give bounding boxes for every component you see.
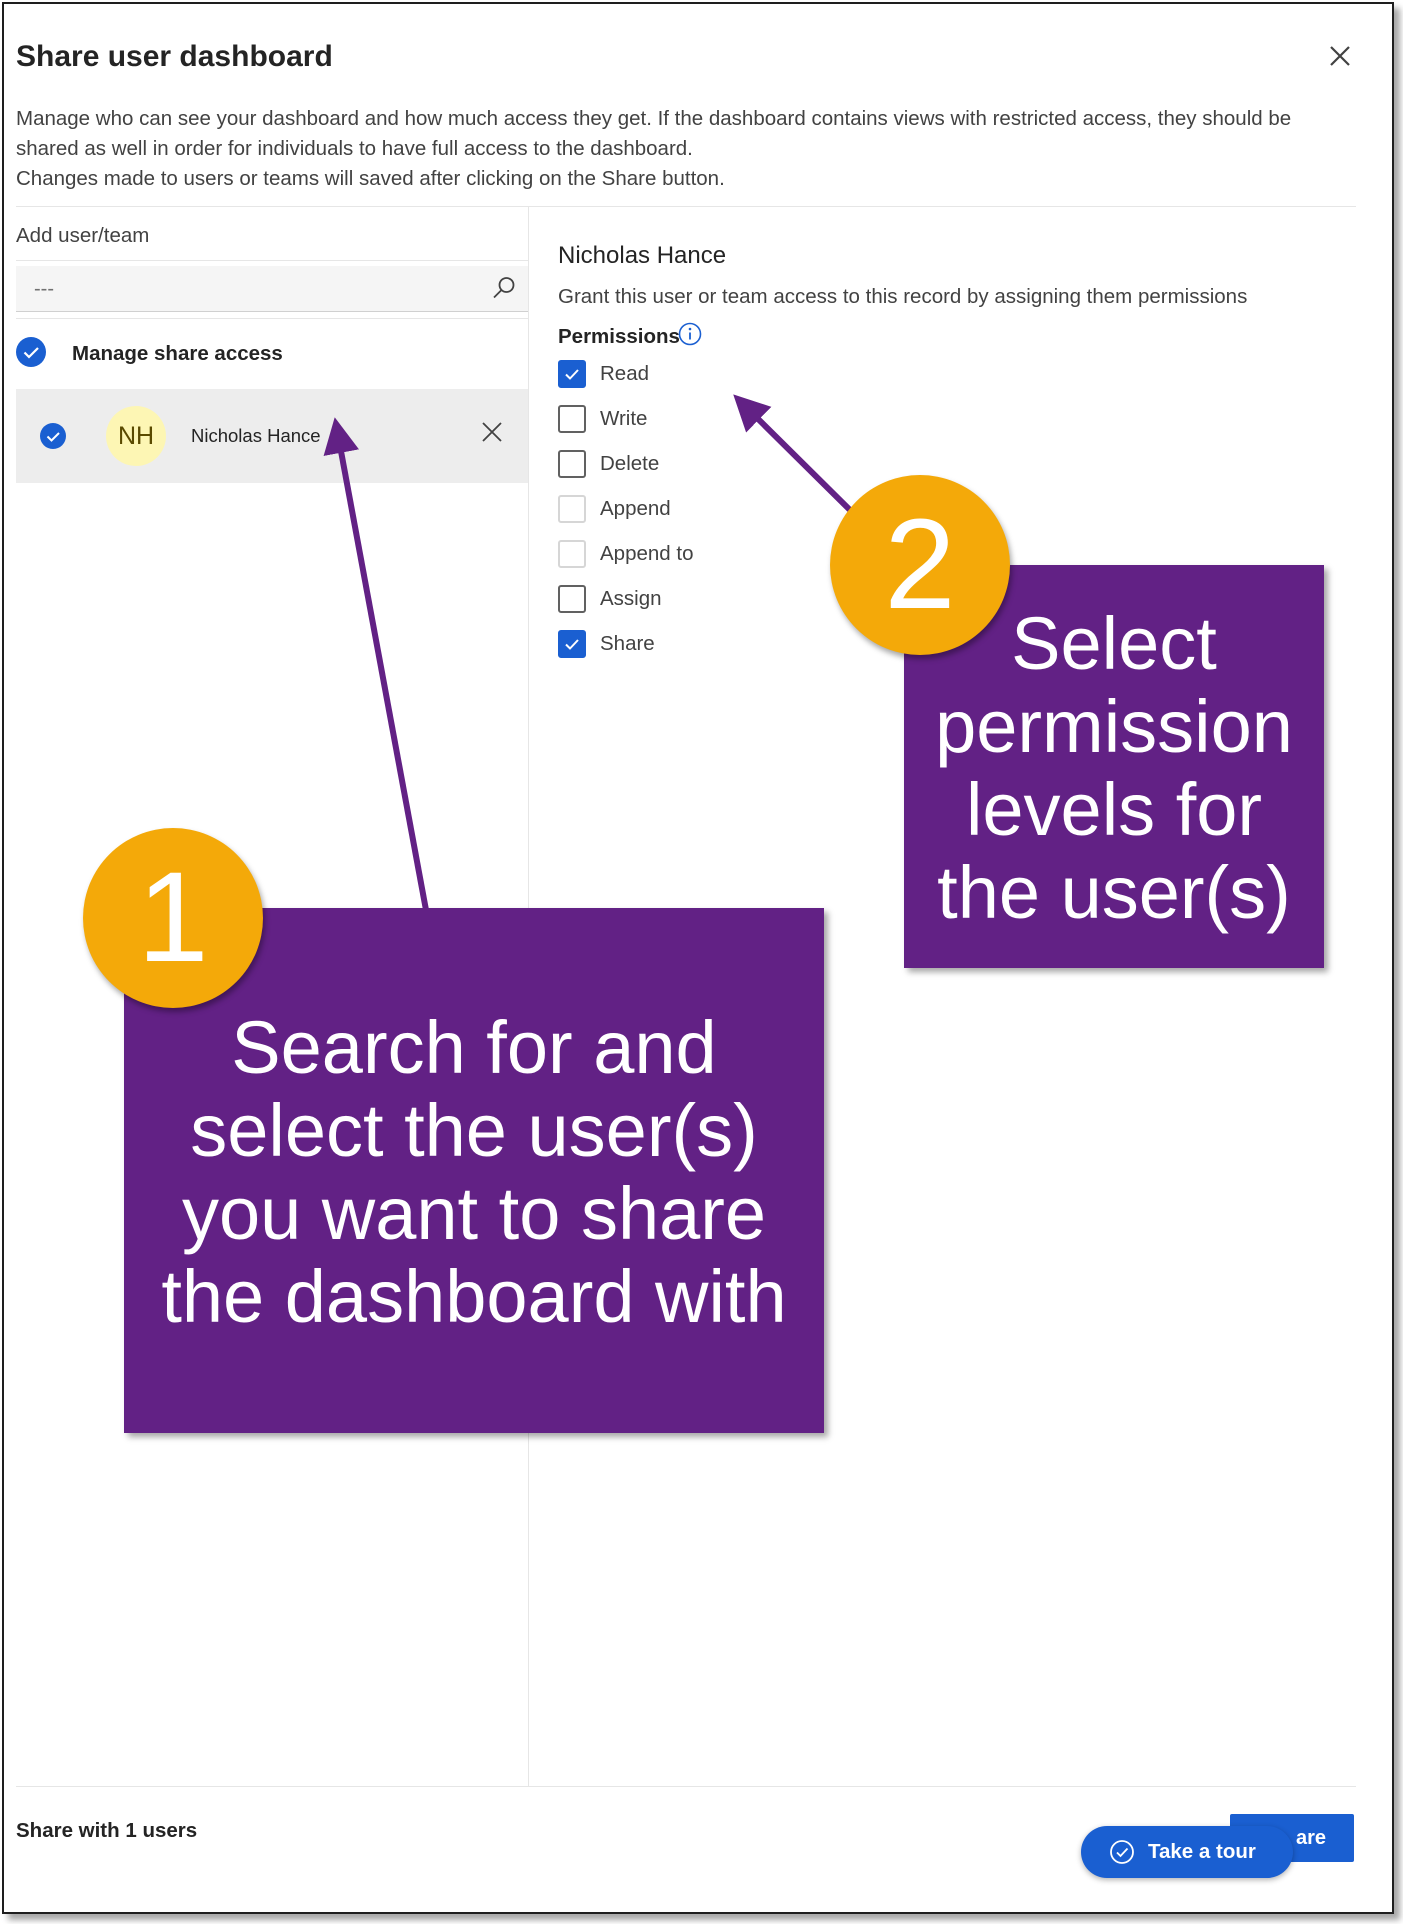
search-icon[interactable] — [490, 274, 518, 302]
callout-line: the user(s) — [937, 851, 1291, 934]
checkmark-icon — [565, 639, 579, 650]
step-1-badge: 1 — [83, 828, 263, 1008]
add-user-team-label: Add user/team — [16, 224, 150, 247]
permission-read[interactable]: Read — [558, 360, 858, 390]
permission-assign[interactable]: Assign — [558, 585, 858, 615]
permission-checkbox[interactable] — [558, 450, 586, 478]
permission-label: Read — [600, 362, 650, 385]
checkmark-circle-icon — [16, 337, 46, 367]
permission-label: Share — [600, 632, 655, 655]
permission-delete[interactable]: Delete — [558, 450, 858, 480]
description-line: Changes made to users or teams will save… — [16, 167, 725, 190]
callout-line: permission — [935, 685, 1293, 768]
take-a-tour-button[interactable]: Take a tour — [1081, 1826, 1293, 1878]
footer-divider — [16, 1786, 1356, 1787]
permission-label: Append to — [600, 542, 694, 565]
callout-text: Search for and select the user(s) you wa… — [124, 1006, 824, 1338]
permission-label: Append — [600, 497, 671, 520]
left-panel-divider — [16, 260, 528, 261]
permission-append-to[interactable]: Append to — [558, 540, 858, 570]
remove-user-icon[interactable] — [478, 418, 506, 446]
permission-write[interactable]: Write — [558, 405, 858, 435]
permission-append[interactable]: Append — [558, 495, 858, 525]
permission-checkbox[interactable] — [558, 495, 586, 523]
user-name: Nicholas Hance — [191, 425, 321, 446]
permissions-title: Permissions — [558, 325, 680, 348]
callout-line: you want to share — [181, 1172, 767, 1255]
permission-label: Delete — [600, 452, 660, 475]
description-line: Manage who can see your dashboard and ho… — [16, 107, 1292, 130]
dialog-title: Share user dashboard — [16, 40, 333, 73]
permission-label: Write — [600, 407, 648, 430]
header-divider — [16, 206, 1356, 207]
callout-line: levels for — [965, 768, 1263, 851]
manage-share-access-label: Manage share access — [72, 342, 283, 365]
permission-checkbox[interactable] — [558, 360, 586, 388]
step-2-badge: 2 — [830, 475, 1010, 655]
info-icon[interactable] — [676, 320, 704, 348]
take-a-tour-label: Take a tour — [1148, 1840, 1256, 1863]
callout-text: Select permission levels for the user(s) — [904, 602, 1324, 934]
avatar: NH — [106, 406, 166, 466]
search-box — [16, 266, 528, 312]
user-search-input[interactable] — [16, 266, 496, 312]
permission-checkbox[interactable] — [558, 630, 586, 658]
permission-share[interactable]: Share — [558, 630, 858, 660]
close-icon — [1330, 46, 1350, 66]
permission-checkbox[interactable] — [558, 540, 586, 568]
callout-line: Search for and — [231, 1006, 717, 1089]
close-button[interactable] — [1322, 38, 1358, 74]
checkmark-icon — [565, 369, 579, 380]
checkmark-circle-icon[interactable] — [40, 423, 66, 449]
dialog-description: Manage who can see your dashboard and ho… — [16, 104, 1346, 194]
permissions-description: Grant this user or team access to this r… — [558, 285, 1248, 308]
permission-checkbox[interactable] — [558, 405, 586, 433]
selected-user-heading: Nicholas Hance — [558, 242, 727, 269]
checkmark-circle-icon — [1110, 1840, 1134, 1864]
permission-checkbox[interactable] — [558, 585, 586, 613]
search-divider — [16, 318, 528, 319]
permission-label: Assign — [600, 587, 662, 610]
callout-line: the dashboard with — [161, 1255, 787, 1338]
selected-user-row[interactable]: NH Nicholas Hance — [16, 389, 528, 483]
share-count-label: Share with 1 users — [16, 1819, 198, 1842]
callout-line: select the user(s) — [190, 1089, 758, 1172]
description-line: shared as well in order for individuals … — [16, 137, 693, 160]
